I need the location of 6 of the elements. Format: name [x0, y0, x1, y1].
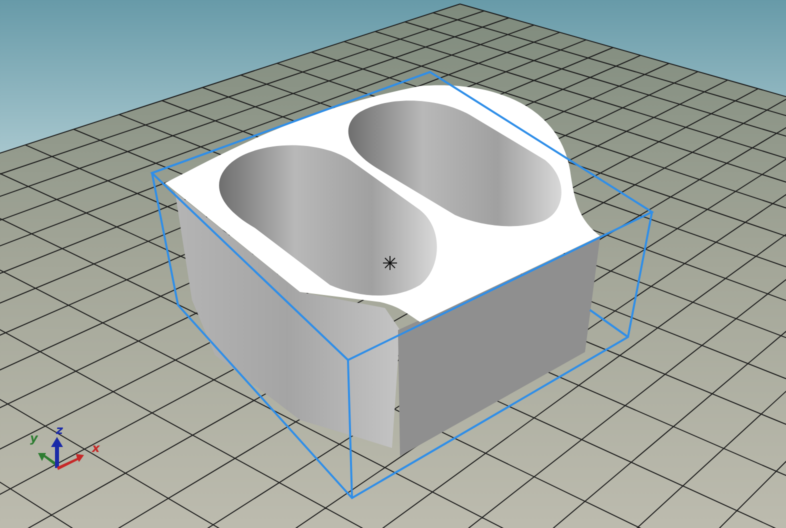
axis-label: y: [30, 431, 38, 445]
axis-label: z: [56, 423, 63, 437]
3d-viewport[interactable]: y z x: [0, 0, 786, 528]
axis-label: x: [92, 441, 100, 455]
part-model-drawing[interactable]: [165, 85, 600, 456]
cursor-icon: [382, 256, 398, 270]
